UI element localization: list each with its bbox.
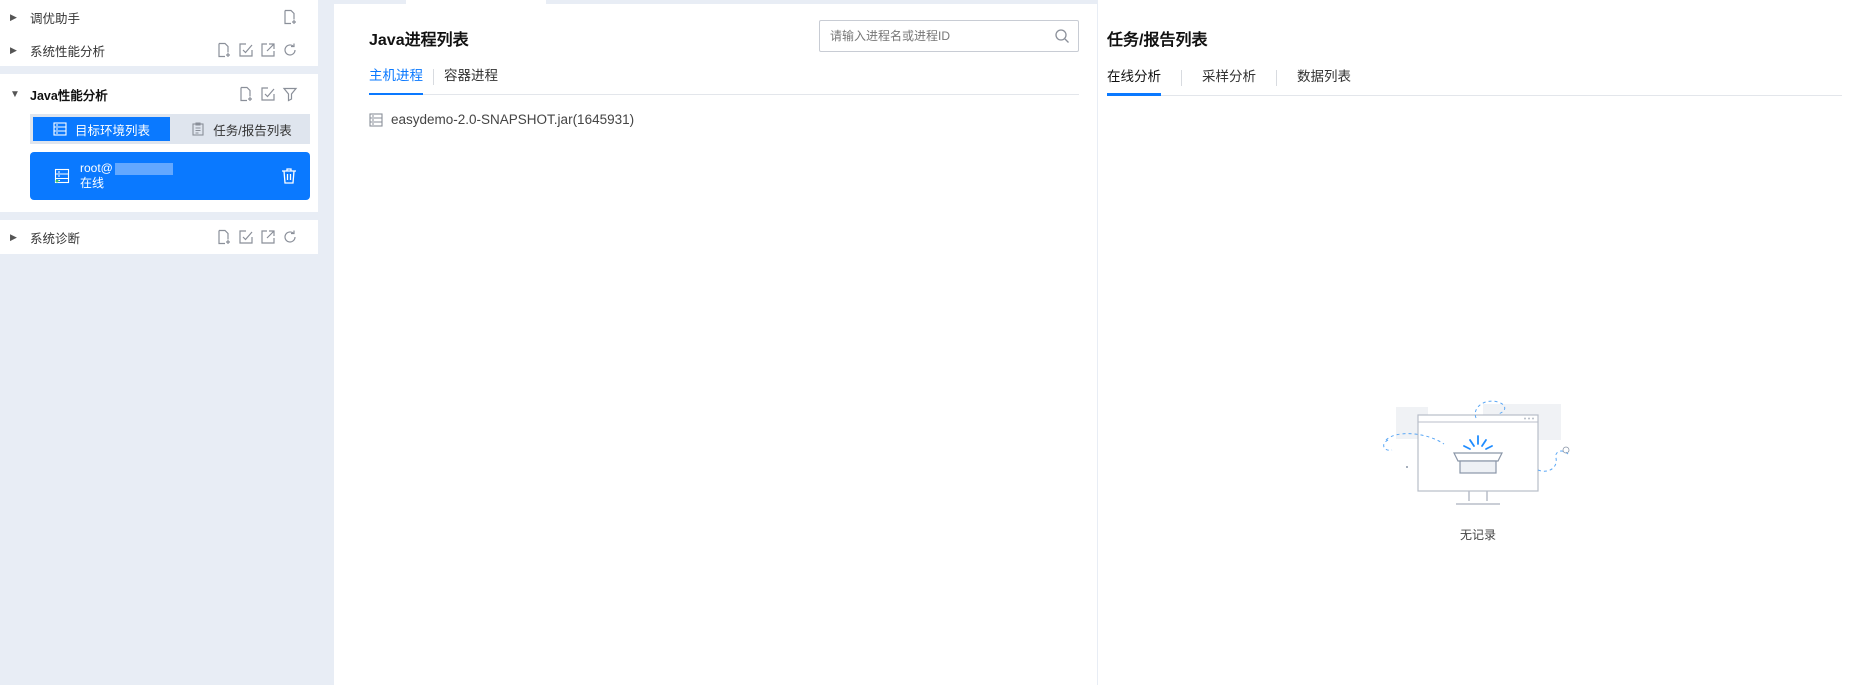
sidebar: ▶ 调优助手 ▶ 系统性能分析 ▼ Java性能分析 目标环境列表 任务/报告列… — [0, 0, 318, 685]
divider — [0, 66, 318, 74]
masked-ip — [114, 162, 173, 175]
task-report-panel: 任务/报告列表 在线分析 采样分析 数据列表 无记录 — [1098, 0, 1864, 685]
env-host: root@ — [80, 161, 113, 175]
add-file-icon[interactable] — [238, 86, 254, 102]
sidebar-item-label: 系统诊断 — [30, 231, 81, 246]
empty-state: 无记录 — [1378, 390, 1578, 543]
trash-icon[interactable] — [280, 167, 298, 185]
tab-label: 任务/报告列表 — [213, 123, 292, 138]
tab-host-process[interactable]: 主机进程 — [369, 66, 423, 95]
import-icon[interactable] — [260, 86, 276, 102]
server-icon — [369, 112, 383, 127]
sidebar-section-diag: ▶ 系统诊断 — [0, 220, 318, 254]
panel-title: 任务/报告列表 — [1107, 32, 1208, 49]
caret-down-icon: ▼ — [10, 88, 20, 100]
tab-task-report-list[interactable]: 任务/报告列表 — [173, 114, 310, 144]
sidebar-item-system-diag[interactable]: ▶ 系统诊断 — [0, 220, 318, 254]
panel-top-stripe — [334, 0, 1097, 4]
java-process-panel: Java进程列表 主机进程 容器进程 easydemo-2.0-SNAPSHOT… — [334, 0, 1097, 685]
sidebar-section-java: ▼ Java性能分析 目标环境列表 任务/报告列表 root@ 在线 — [0, 74, 318, 212]
tab-sampling-analysis[interactable]: 采样分析 — [1202, 67, 1256, 95]
sidebar-item-label: Java性能分析 — [30, 88, 108, 103]
caret-right-icon: ▶ — [10, 11, 17, 22]
tab-separator — [1181, 70, 1182, 86]
caret-right-icon: ▶ — [10, 44, 17, 55]
refresh-icon[interactable] — [282, 229, 298, 245]
add-file-icon[interactable] — [216, 42, 232, 58]
export-icon[interactable] — [260, 229, 276, 245]
empty-box-illustration — [1383, 400, 1570, 505]
env-info: root@ 在线 — [80, 161, 280, 191]
server-icon — [54, 168, 70, 184]
add-file-icon[interactable] — [282, 9, 298, 25]
java-view-switch: 目标环境列表 任务/报告列表 — [30, 114, 310, 144]
process-tabs: 主机进程 容器进程 — [369, 66, 1079, 95]
tab-data-list[interactable]: 数据列表 — [1297, 67, 1351, 95]
add-file-icon[interactable] — [216, 229, 232, 245]
divider — [0, 212, 318, 220]
sidebar-item-label: 系统性能分析 — [30, 44, 106, 59]
sidebar-item-system-perf[interactable]: ▶ 系统性能分析 — [0, 34, 318, 66]
caret-right-icon: ▶ — [10, 231, 17, 242]
refresh-icon[interactable] — [282, 42, 298, 58]
target-env-card[interactable]: root@ 在线 — [30, 152, 310, 200]
tab-label: 目标环境列表 — [74, 123, 150, 138]
stripe-gap — [406, 0, 546, 4]
clipboard-icon — [192, 122, 204, 136]
export-icon[interactable] — [260, 42, 276, 58]
process-search — [819, 20, 1079, 52]
sidebar-item-tuning-assistant[interactable]: ▶ 调优助手 — [0, 0, 318, 34]
process-list-item[interactable]: easydemo-2.0-SNAPSHOT.jar(1645931) — [369, 112, 634, 127]
tab-container-process[interactable]: 容器进程 — [444, 66, 498, 94]
process-name: easydemo-2.0-SNAPSHOT.jar(1645931) — [391, 112, 635, 127]
tab-target-env-list[interactable]: 目标环境列表 — [33, 117, 170, 141]
filter-icon[interactable] — [282, 86, 298, 102]
import-icon[interactable] — [238, 42, 254, 58]
search-icon[interactable] — [1054, 28, 1070, 44]
env-status: 在线 — [80, 176, 105, 190]
tab-separator — [1276, 70, 1277, 86]
sidebar-item-java-perf[interactable]: ▼ Java性能分析 — [0, 74, 318, 114]
sidebar-section-top: ▶ 调优助手 ▶ 系统性能分析 — [0, 0, 318, 66]
tab-online-analysis[interactable]: 在线分析 — [1107, 67, 1161, 96]
task-tabs: 在线分析 采样分析 数据列表 — [1107, 67, 1842, 96]
page-title: Java进程列表 — [369, 32, 469, 49]
sidebar-item-label: 调优助手 — [30, 11, 81, 26]
tab-separator — [433, 69, 434, 85]
empty-text: 无记录 — [1459, 528, 1496, 542]
import-icon[interactable] — [238, 229, 254, 245]
server-icon — [53, 122, 67, 136]
search-input[interactable] — [830, 29, 1054, 43]
